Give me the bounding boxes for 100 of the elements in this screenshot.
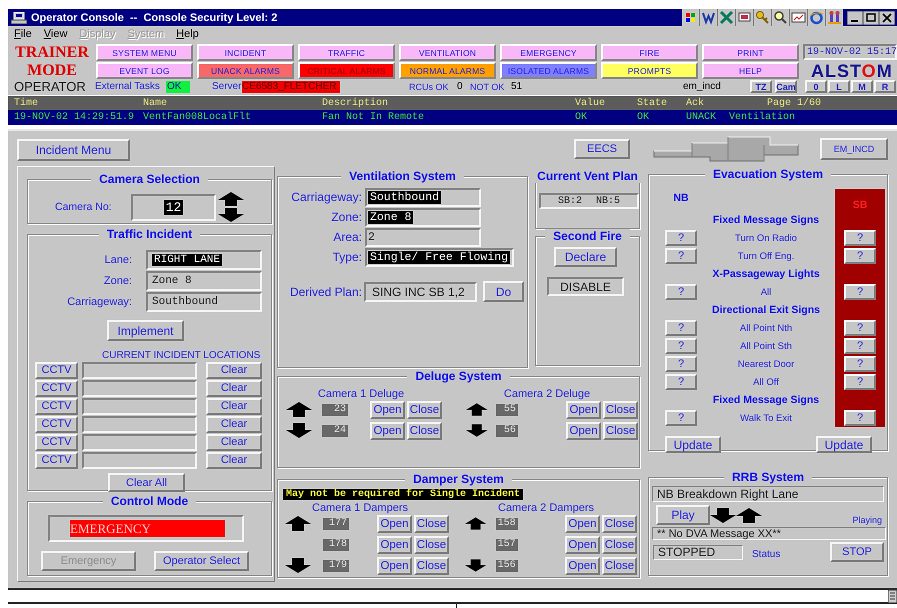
cctv-button[interactable]: CCTV <box>35 452 78 468</box>
up-down-arrows-icon[interactable] <box>218 192 244 222</box>
input-field[interactable]: Zone 8 <box>146 271 262 291</box>
input-field[interactable]: Southbound <box>365 188 481 206</box>
cctv-button[interactable]: CCTV <box>35 398 78 414</box>
stop-button[interactable]: STOP <box>830 542 884 562</box>
location-field[interactable] <box>82 416 197 432</box>
browser-icon[interactable] <box>808 9 825 26</box>
query-button[interactable]: ? <box>844 248 876 264</box>
play-button[interactable]: Play <box>656 505 710 525</box>
query-button[interactable]: ? <box>844 374 876 390</box>
menu-button[interactable]: Incident Menu <box>17 138 130 160</box>
input-field[interactable]: Single/ Free Flowing <box>365 248 514 266</box>
menu-item[interactable]: File <box>14 28 32 40</box>
toggle-button[interactable]: L <box>828 80 850 93</box>
toolbar-button[interactable]: TZ <box>750 80 772 93</box>
mode-button[interactable]: Operator Select <box>154 551 249 571</box>
cctv-button[interactable]: CCTV <box>35 416 78 432</box>
location-field[interactable] <box>82 452 197 468</box>
cctv-button[interactable]: CCTV <box>35 434 78 450</box>
location-field[interactable] <box>82 380 197 396</box>
nav-button[interactable]: EVENT LOG <box>96 62 193 79</box>
query-button[interactable]: ? <box>844 410 876 426</box>
nav-button[interactable]: VENTILATION <box>399 44 496 61</box>
open-button[interactable]: Open <box>566 422 602 440</box>
chart-icon[interactable] <box>790 9 807 26</box>
query-button[interactable]: ? <box>844 230 876 246</box>
clear-button[interactable]: Clear <box>206 380 262 396</box>
magnifier-icon[interactable] <box>772 9 789 26</box>
open-button[interactable]: Open <box>377 514 412 532</box>
open-button[interactable]: Open <box>564 536 600 554</box>
menu-item[interactable]: Help <box>176 28 199 40</box>
input-field[interactable]: RIGHT LANE <box>146 250 262 270</box>
open-button[interactable]: Open <box>377 556 412 574</box>
grid-icon[interactable] <box>682 9 699 26</box>
nav-button[interactable]: PRINT <box>702 44 799 61</box>
open-button[interactable]: Open <box>370 400 405 418</box>
query-button[interactable]: ? <box>665 410 697 426</box>
maximize-button[interactable] <box>863 10 879 24</box>
clear-button[interactable]: Clear <box>206 362 262 378</box>
close-button[interactable]: Close <box>603 400 638 418</box>
query-button[interactable]: ? <box>844 284 876 300</box>
query-button[interactable]: ? <box>665 356 697 372</box>
close-button[interactable]: Close <box>414 536 449 554</box>
nav-button[interactable]: PROMPTS <box>601 62 698 79</box>
declare-button[interactable]: Declare <box>554 247 617 267</box>
query-button[interactable]: ? <box>665 374 697 390</box>
do-button[interactable]: Do <box>483 281 524 302</box>
update-button[interactable]: Update <box>816 436 872 453</box>
nav-button[interactable]: SYSTEM MENU <box>96 44 193 61</box>
open-button[interactable]: Open <box>564 556 600 574</box>
open-button[interactable]: Open <box>566 400 602 418</box>
implement-button[interactable]: Implement <box>107 320 184 341</box>
camera-number-field[interactable]: 12 <box>131 194 216 220</box>
nav-button[interactable]: FIRE <box>601 44 698 61</box>
nav-button[interactable]: NORMAL ALARMS <box>399 62 496 79</box>
nav-button[interactable]: ISOLATED ALARMS <box>500 62 597 79</box>
toolbar-button[interactable]: Cam <box>775 80 797 93</box>
close-button[interactable]: Close <box>602 556 637 574</box>
close-button[interactable]: Close <box>414 556 449 574</box>
clear-button[interactable]: Clear <box>206 452 262 468</box>
close-button[interactable]: Close <box>414 514 449 532</box>
cctv-button[interactable]: CCTV <box>35 362 78 378</box>
update-button[interactable]: Update <box>665 436 721 453</box>
close-button[interactable]: Close <box>602 536 637 554</box>
em-incd-button[interactable]: EM_INCD <box>820 138 888 160</box>
toggle-button[interactable]: 0 <box>805 80 827 93</box>
input-field[interactable]: 2 <box>365 228 481 246</box>
nav-button[interactable]: UNACK ALARMS <box>197 62 294 79</box>
nav-button[interactable]: INCIDENT <box>197 44 294 61</box>
nav-button[interactable]: EMERGENCY <box>500 44 597 61</box>
close-button[interactable]: Close <box>602 514 637 532</box>
query-button[interactable]: ? <box>844 320 876 336</box>
nav-button[interactable]: TRAFFIC <box>298 44 395 61</box>
close-button[interactable]: Close <box>407 422 442 440</box>
open-button[interactable]: Open <box>564 514 600 532</box>
close-button[interactable]: Close <box>407 400 442 418</box>
location-field[interactable] <box>82 434 197 450</box>
query-button[interactable]: ? <box>665 320 697 336</box>
clear-button[interactable]: Clear <box>206 398 262 414</box>
clear-button[interactable]: Clear <box>206 416 262 432</box>
query-button[interactable]: ? <box>665 230 697 246</box>
toggle-button[interactable]: R <box>874 80 896 93</box>
clear-button[interactable]: Clear <box>206 434 262 450</box>
query-button[interactable]: ? <box>844 338 876 354</box>
people-icon[interactable] <box>826 9 843 26</box>
query-button[interactable]: ? <box>844 356 876 372</box>
input-field[interactable]: Southbound <box>146 292 262 312</box>
document-icon[interactable] <box>700 9 717 26</box>
minimize-button[interactable] <box>847 10 863 24</box>
query-button[interactable]: ? <box>665 248 697 264</box>
clear-all-button[interactable]: Clear All <box>108 473 185 492</box>
menu-item[interactable]: View <box>44 28 68 40</box>
close-button[interactable] <box>879 10 895 24</box>
toggle-button[interactable]: M <box>851 80 873 93</box>
cctv-button[interactable]: CCTV <box>35 380 78 396</box>
open-button[interactable]: Open <box>370 422 405 440</box>
monitor-icon[interactable] <box>736 9 753 26</box>
input-field[interactable]: Zone 8 <box>365 208 481 226</box>
grip-icon[interactable] <box>888 590 897 603</box>
